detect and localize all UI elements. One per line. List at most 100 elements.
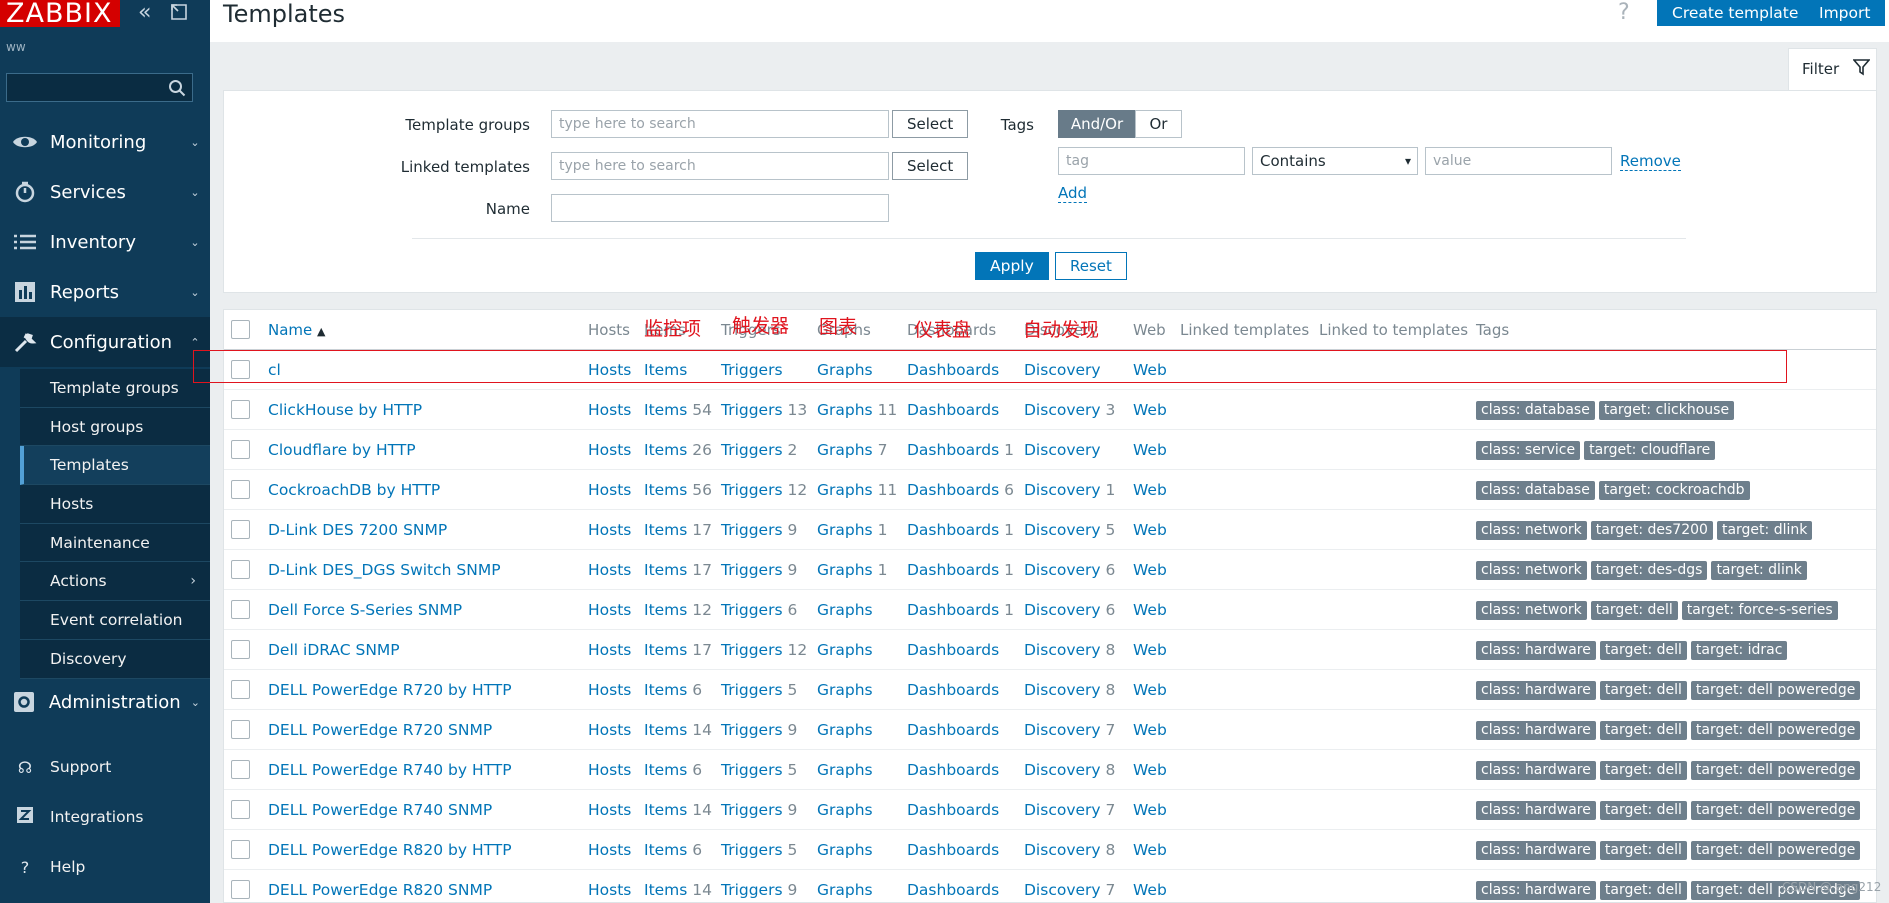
triggers-link[interactable]: Triggers xyxy=(721,801,783,819)
web-link[interactable]: Web xyxy=(1133,441,1167,459)
sidebar-search-input[interactable] xyxy=(6,73,193,102)
items-link[interactable]: Items xyxy=(644,521,687,539)
hosts-link[interactable]: Hosts xyxy=(588,721,631,739)
tag-value-input[interactable]: value xyxy=(1425,147,1612,175)
web-link[interactable]: Web xyxy=(1133,841,1167,859)
name-link[interactable]: DELL PowerEdge R740 SNMP xyxy=(268,801,492,819)
items-link[interactable]: Items xyxy=(644,641,687,659)
tag-badge[interactable]: target: dlink xyxy=(1711,561,1807,580)
tag-badge[interactable]: target: force-s-series xyxy=(1681,601,1838,620)
nav-support[interactable]: ☊ Support xyxy=(0,747,210,787)
items-link[interactable]: Items xyxy=(644,601,687,619)
web-link[interactable]: Web xyxy=(1133,681,1167,699)
hosts-link[interactable]: Hosts xyxy=(588,681,631,699)
dashboards-link[interactable]: Dashboards xyxy=(907,521,999,539)
dashboards-link[interactable]: Dashboards xyxy=(907,561,999,579)
tag-input[interactable]: tag xyxy=(1058,147,1245,175)
tag-badge[interactable]: target: cockroachdb xyxy=(1598,481,1750,500)
discovery-link[interactable]: Discovery xyxy=(1024,801,1101,819)
web-link[interactable]: Web xyxy=(1133,761,1167,779)
name-link[interactable]: Dell iDRAC SNMP xyxy=(268,641,400,659)
triggers-link[interactable]: Triggers xyxy=(721,441,783,459)
name-link[interactable]: CockroachDB by HTTP xyxy=(268,481,440,499)
row-checkbox[interactable] xyxy=(231,760,250,779)
dashboards-link[interactable]: Dashboards xyxy=(907,441,999,459)
triggers-link[interactable]: Triggers xyxy=(721,681,783,699)
tag-badge[interactable]: target: dell xyxy=(1599,681,1687,700)
nav-reports[interactable]: Reports ⌄ xyxy=(0,267,210,317)
create-template-button[interactable]: Create template xyxy=(1657,0,1814,26)
import-button[interactable]: Import xyxy=(1804,0,1886,26)
select-all-checkbox[interactable] xyxy=(231,320,250,339)
linked-templates-input[interactable]: type here to search xyxy=(551,152,889,180)
dashboards-link[interactable]: Dashboards xyxy=(907,881,999,899)
items-link[interactable]: Items xyxy=(644,721,687,739)
dashboards-link[interactable]: Dashboards xyxy=(907,721,999,739)
items-link[interactable]: Items xyxy=(644,441,687,459)
tag-badge[interactable]: class: network xyxy=(1476,561,1587,580)
tag-badge[interactable]: target: cloudflare xyxy=(1584,441,1716,460)
tag-remove-link[interactable]: Remove xyxy=(1620,152,1681,171)
row-checkbox[interactable] xyxy=(231,720,250,739)
dashboards-link[interactable]: Dashboards xyxy=(907,401,999,419)
tag-badge[interactable]: target: des7200 xyxy=(1590,521,1713,540)
row-checkbox[interactable] xyxy=(231,800,250,819)
submenu-template-groups[interactable]: Template groups xyxy=(20,369,210,408)
row-checkbox[interactable] xyxy=(231,880,250,899)
discovery-link[interactable]: Discovery xyxy=(1024,841,1101,859)
dashboards-link[interactable]: Dashboards xyxy=(907,481,999,499)
web-link[interactable]: Web xyxy=(1133,721,1167,739)
dashboards-link[interactable]: Dashboards xyxy=(907,841,999,859)
hosts-link[interactable]: Hosts xyxy=(588,761,631,779)
tag-badge[interactable]: class: hardware xyxy=(1476,681,1596,700)
tag-operator-select[interactable]: Contains ▾ xyxy=(1252,147,1418,175)
graphs-link[interactable]: Graphs xyxy=(817,801,873,819)
tag-badge[interactable]: target: dell poweredge xyxy=(1690,761,1861,780)
tag-badge[interactable]: class: network xyxy=(1476,521,1587,540)
web-link[interactable]: Web xyxy=(1133,561,1167,579)
items-link[interactable]: Items xyxy=(644,401,687,419)
submenu-discovery[interactable]: Discovery xyxy=(20,640,210,679)
tag-badge[interactable]: class: hardware xyxy=(1476,761,1596,780)
items-link[interactable]: Items xyxy=(644,881,687,899)
row-checkbox[interactable] xyxy=(231,600,250,619)
nav-monitoring[interactable]: Monitoring ⌄ xyxy=(0,117,210,167)
name-input[interactable] xyxy=(551,194,889,222)
row-checkbox[interactable] xyxy=(231,440,250,459)
tag-badge[interactable]: target: dell xyxy=(1599,721,1687,740)
nav-inventory[interactable]: Inventory ⌄ xyxy=(0,217,210,267)
triggers-link[interactable]: Triggers xyxy=(721,761,783,779)
graphs-link[interactable]: Graphs xyxy=(817,521,873,539)
discovery-link[interactable]: Discovery xyxy=(1024,441,1101,459)
tag-badge[interactable]: target: dell xyxy=(1599,841,1687,860)
tags-andor-toggle[interactable]: And/Or xyxy=(1058,110,1136,138)
triggers-link[interactable]: Triggers xyxy=(721,721,783,739)
items-link[interactable]: Items xyxy=(644,561,687,579)
graphs-link[interactable]: Graphs xyxy=(817,841,873,859)
items-link[interactable]: Items xyxy=(644,761,687,779)
hosts-link[interactable]: Hosts xyxy=(588,441,631,459)
nav-configuration[interactable]: Configuration ⌃ xyxy=(0,317,210,367)
hosts-link[interactable]: Hosts xyxy=(588,401,631,419)
linked-templates-select-button[interactable]: Select xyxy=(892,152,969,180)
submenu-actions[interactable]: Actions › xyxy=(20,562,210,602)
tag-badge[interactable]: class: service xyxy=(1476,441,1581,460)
graphs-link[interactable]: Graphs xyxy=(817,721,873,739)
tag-badge[interactable]: target: dell xyxy=(1599,801,1687,820)
name-link[interactable]: Dell Force S-Series SNMP xyxy=(268,601,462,619)
web-link[interactable]: Web xyxy=(1133,601,1167,619)
row-checkbox[interactable] xyxy=(231,560,250,579)
search-icon[interactable] xyxy=(168,79,186,97)
tag-add-link[interactable]: Add xyxy=(1058,184,1088,203)
tag-badge[interactable]: target: dell xyxy=(1599,641,1687,660)
tag-badge[interactable]: class: database xyxy=(1476,401,1595,420)
tag-badge[interactable]: class: hardware xyxy=(1476,841,1596,860)
hosts-link[interactable]: Hosts xyxy=(588,881,631,899)
tag-badge[interactable]: class: hardware xyxy=(1476,721,1596,740)
name-link[interactable]: D-Link DES_DGS Switch SNMP xyxy=(268,561,501,579)
name-link[interactable]: ClickHouse by HTTP xyxy=(268,401,422,419)
template-groups-input[interactable]: type here to search xyxy=(551,110,889,138)
triggers-link[interactable]: Triggers xyxy=(721,521,783,539)
row-checkbox[interactable] xyxy=(231,640,250,659)
name-link[interactable]: DELL PowerEdge R720 SNMP xyxy=(268,721,492,739)
